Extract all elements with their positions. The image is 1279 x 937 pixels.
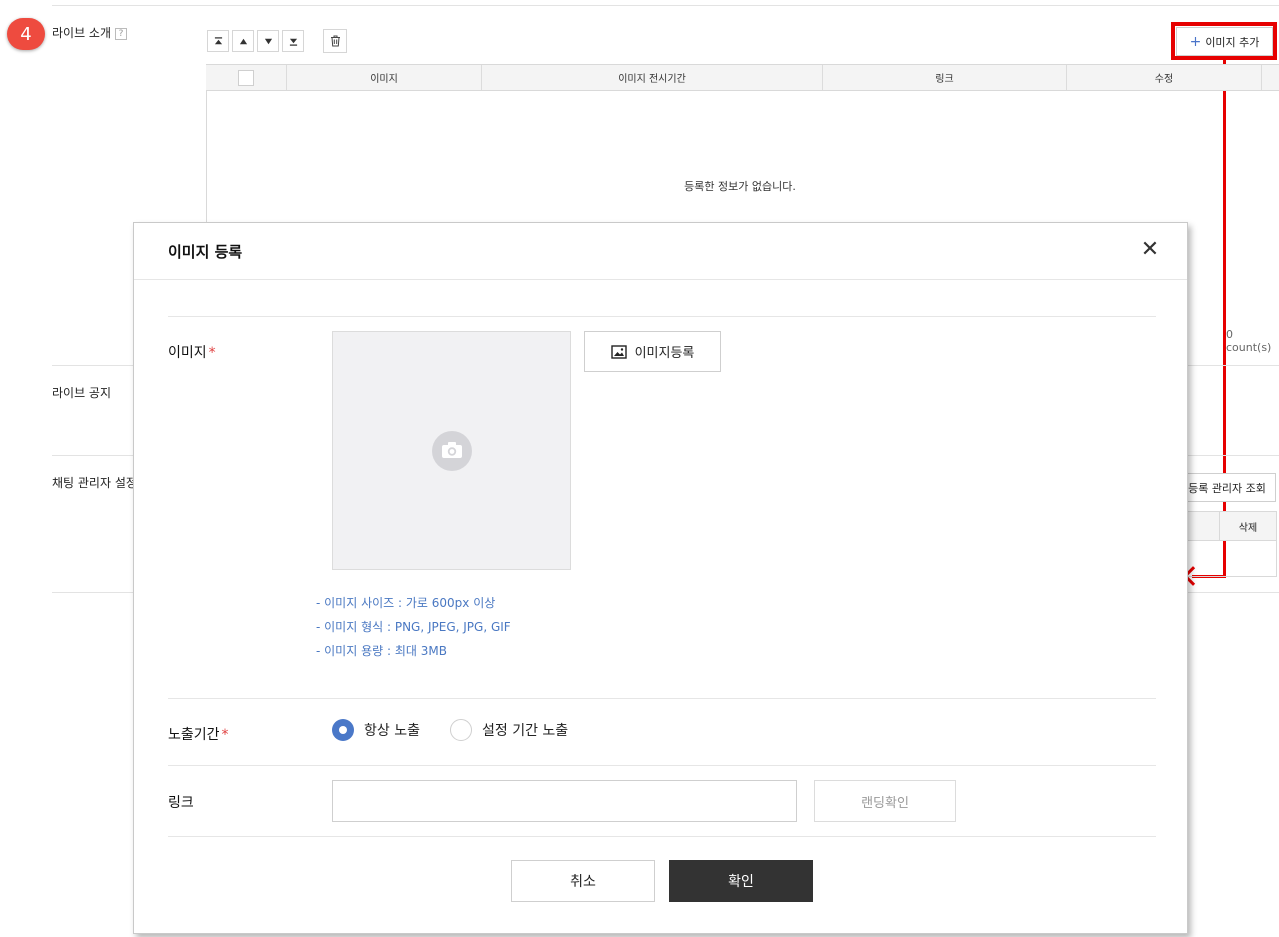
image-register-modal: 이미지 등록 ✕ 이미지 * 이미지등록 - 이미지 사이즈 : 가로 600px… (133, 222, 1188, 934)
move-top-button[interactable] (207, 30, 229, 52)
column-display-period: 이미지 전시기간 (482, 65, 823, 90)
guideline-filesize: - 이미지 용량 : 최대 3MB (316, 644, 447, 658)
camera-icon (432, 431, 472, 471)
close-icon[interactable]: ✕ (1138, 239, 1162, 263)
radio-always-show-label[interactable]: 항상 노출 (364, 720, 420, 740)
move-up-button[interactable] (232, 30, 254, 52)
guideline-size: - 이미지 사이즈 : 가로 600px 이상 (316, 596, 496, 610)
move-down-button[interactable] (257, 30, 279, 52)
modal-divider (168, 316, 1156, 317)
guideline-format: - 이미지 형식 : PNG, JPEG, JPG, GIF (316, 620, 511, 634)
radio-period-show[interactable] (449, 719, 472, 741)
image-register-button[interactable]: 이미지등록 (584, 331, 721, 372)
empty-message: 등록한 정보가 없습니다. (684, 180, 796, 193)
move-bottom-icon (289, 38, 297, 46)
required-mark: * (208, 345, 216, 361)
column-image: 이미지 (287, 65, 482, 90)
period-label-text: 노출기간 (168, 727, 220, 743)
intro-table-header: 이미지 이미지 전시기간 링크 수정 (206, 64, 1279, 91)
radio-always-show[interactable] (332, 719, 354, 741)
cancel-button[interactable]: 취소 (511, 860, 655, 902)
radio-period-show-label[interactable]: 설정 기간 노출 (482, 720, 568, 740)
admin-table-header: 삭제 (1185, 511, 1277, 541)
view-admins-button[interactable]: 등록 관리자 조회 (1178, 473, 1276, 502)
table-left-border (206, 91, 207, 226)
confirm-button[interactable]: 확인 (669, 860, 813, 902)
modal-title: 이미지 등록 (168, 243, 243, 261)
order-controls (207, 30, 304, 52)
select-all-checkbox[interactable] (238, 69, 254, 86)
section-chat-admin: 채팅 관리자 설정 (52, 476, 137, 490)
image-icon (610, 344, 627, 359)
required-mark: * (221, 727, 229, 743)
period-label: 노출기간 * (168, 724, 229, 744)
section-live-intro: 라이브 소개? (52, 24, 128, 41)
column-delete: 삭제 (1219, 512, 1276, 540)
column-edit: 수정 (1067, 65, 1262, 90)
image-label-text: 이미지 (168, 345, 207, 361)
link-input[interactable] (332, 780, 797, 822)
image-label: 이미지 * (168, 342, 216, 362)
admin-table-body (1185, 541, 1277, 577)
move-top-icon (214, 36, 222, 44)
image-preview[interactable] (332, 331, 571, 570)
modal-divider (168, 765, 1156, 766)
column-link: 링크 (823, 65, 1067, 90)
modal-header-divider (134, 279, 1187, 280)
modal-divider (168, 836, 1156, 837)
image-register-label: 이미지등록 (634, 346, 695, 361)
help-icon[interactable]: ? (115, 28, 128, 40)
image-guidelines: - 이미지 사이즈 : 가로 600px 이상 - 이미지 형식 : PNG, … (316, 591, 511, 663)
period-radio-group: 항상 노출 설정 기간 노출 (332, 719, 568, 741)
move-up-icon (239, 38, 247, 44)
section-live-notice: 라이브 공지 (52, 386, 112, 400)
step-badge: 4 (7, 18, 45, 50)
row-count: 0 count(s) (1226, 328, 1272, 354)
section-live-intro-label: 라이브 소개 (52, 26, 112, 40)
top-divider (52, 5, 1279, 6)
delete-button[interactable] (323, 29, 347, 53)
trash-icon (330, 35, 340, 47)
move-bottom-button[interactable] (282, 30, 304, 52)
link-label: 링크 (168, 795, 194, 811)
highlight-box (1171, 22, 1277, 60)
move-down-icon (264, 38, 272, 44)
modal-divider (168, 698, 1156, 699)
landing-check-button[interactable]: 랜딩확인 (814, 780, 956, 822)
select-all-cell (206, 65, 287, 90)
